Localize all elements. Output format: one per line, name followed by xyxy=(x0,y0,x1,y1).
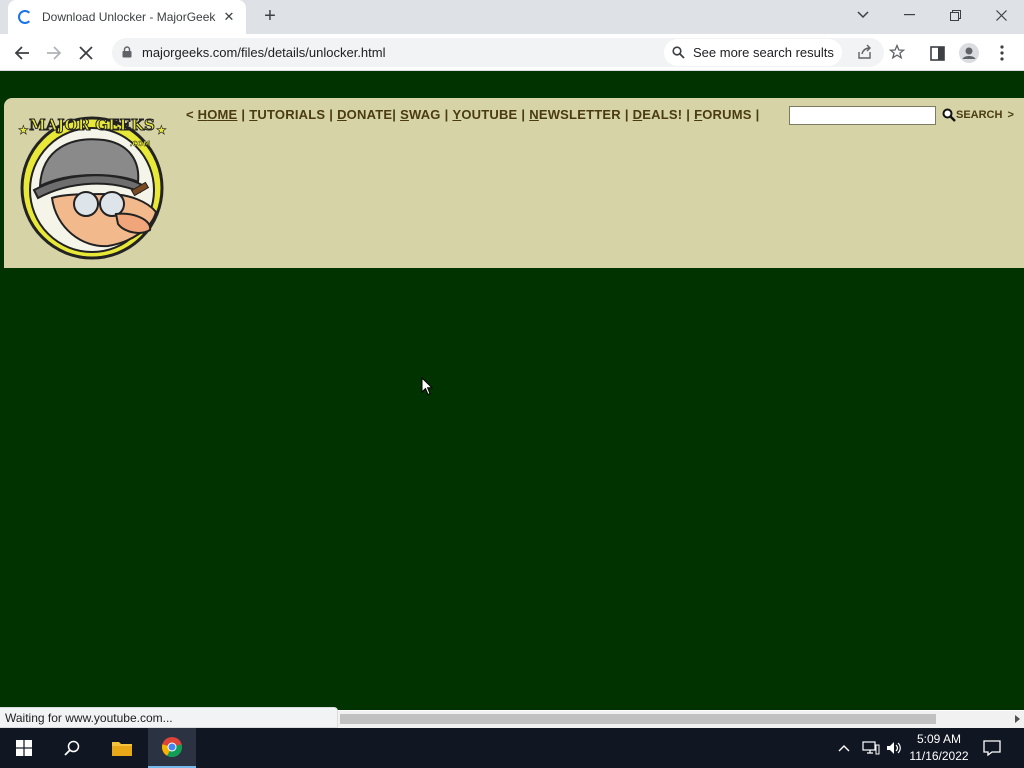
search-suggestion-label: See more search results xyxy=(693,45,834,60)
svg-text:.COM: .COM xyxy=(130,140,151,148)
tab-search-icon[interactable] xyxy=(840,0,886,30)
nav-tutorials-link[interactable]: TUTORIALS xyxy=(249,107,325,122)
back-button[interactable] xyxy=(8,39,36,67)
loading-spinner-icon xyxy=(18,10,32,24)
nav-home-link[interactable]: HOME xyxy=(198,107,238,122)
bookmark-star-icon[interactable] xyxy=(888,43,906,64)
nav-forums-link[interactable]: FORUMS xyxy=(694,107,752,122)
browser-toolbar: majorgeeks.com/files/details/unlocker.ht… xyxy=(0,34,1024,71)
url-text[interactable]: majorgeeks.com/files/details/unlocker.ht… xyxy=(142,45,386,60)
taskbar-clock[interactable]: 5:09 AM 11/16/2022 xyxy=(904,731,974,765)
nav-deals-link[interactable]: DEALS! xyxy=(633,107,683,122)
page-content: MAJOR GEEKS .COM ★ ★ < HOME | TUTORIALS | DO… xyxy=(0,71,1024,710)
windows-logo-icon xyxy=(16,740,32,756)
top-navigation: < HOME | TUTORIALS | DONATE| SWAG | YOUTUBE | NEW… xyxy=(186,107,760,122)
nav-swag-link[interactable]: SWAG xyxy=(400,107,441,122)
mouse-cursor-icon xyxy=(421,377,433,396)
profile-avatar-icon[interactable] xyxy=(956,40,982,66)
chrome-icon xyxy=(161,737,183,758)
volume-icon[interactable] xyxy=(886,728,902,768)
site-search-input[interactable] xyxy=(789,106,936,125)
tab-close-icon[interactable]: ✕ xyxy=(222,9,236,25)
restore-button[interactable] xyxy=(932,0,978,30)
nav-newsletter-link[interactable]: NEWSLETTER xyxy=(529,107,621,122)
stop-loading-button[interactable] xyxy=(72,39,100,67)
nav-youtube-link[interactable]: YOUTUBE xyxy=(452,107,517,122)
status-bubble: Waiting for www.youtube.com... xyxy=(0,707,338,728)
site-search-label: SEARCH xyxy=(956,109,1003,121)
menu-kebab-icon[interactable] xyxy=(989,40,1015,66)
majorgeeks-logo[interactable]: MAJOR GEEKS .COM ★ ★ xyxy=(12,108,172,260)
show-hidden-icons-chevron-icon[interactable] xyxy=(838,728,850,768)
scroll-right-arrow-icon[interactable] xyxy=(1015,715,1020,723)
horizontal-scrollbar[interactable] xyxy=(338,711,1024,728)
search-icon xyxy=(672,46,685,59)
tab-active[interactable]: Download Unlocker - MajorGeek ✕ xyxy=(8,0,246,34)
taskbar-search-button[interactable] xyxy=(48,728,96,768)
start-button[interactable] xyxy=(0,728,48,768)
nav-open-bracket: < xyxy=(186,107,194,122)
new-tab-button[interactable]: + xyxy=(258,5,282,29)
network-icon[interactable] xyxy=(862,728,880,768)
tab-title: Download Unlocker - MajorGeek xyxy=(42,10,216,24)
share-icon[interactable] xyxy=(857,44,873,64)
side-panel-icon[interactable] xyxy=(924,40,950,66)
clock-time: 5:09 AM xyxy=(916,732,962,746)
svg-text:★: ★ xyxy=(156,123,167,137)
close-window-button[interactable] xyxy=(978,0,1024,30)
file-explorer-button[interactable] xyxy=(98,728,146,768)
search-suggestion-chip[interactable]: See more search results xyxy=(664,39,842,66)
search-icon xyxy=(64,740,80,756)
chrome-taskbar-button[interactable] xyxy=(148,728,196,768)
minimize-button[interactable] xyxy=(886,0,932,30)
tab-strip: Download Unlocker - MajorGeek ✕ + xyxy=(0,0,1024,34)
svg-text:MAJOR GEEKS: MAJOR GEEKS xyxy=(29,116,155,134)
nav-close-bracket: > xyxy=(1007,109,1014,121)
windows-taskbar: 5:09 AM 11/16/2022 xyxy=(0,728,1024,768)
folder-icon xyxy=(112,742,132,756)
notifications-icon[interactable] xyxy=(983,728,1001,768)
nav-donate-link[interactable]: DONATE xyxy=(337,107,392,122)
magnifier-icon xyxy=(942,108,956,122)
address-bar[interactable]: majorgeeks.com/files/details/unlocker.ht… xyxy=(112,38,906,67)
clock-date: 11/16/2022 xyxy=(909,749,969,763)
svg-text:★: ★ xyxy=(18,123,29,137)
forward-button[interactable] xyxy=(40,39,68,67)
site-header: MAJOR GEEKS .COM ★ ★ < HOME | TUTORIALS | DO… xyxy=(4,98,1024,268)
lock-icon[interactable] xyxy=(122,46,132,58)
site-search-button[interactable]: SEARCH > xyxy=(942,108,1014,122)
scrollbar-thumb[interactable] xyxy=(340,714,936,724)
